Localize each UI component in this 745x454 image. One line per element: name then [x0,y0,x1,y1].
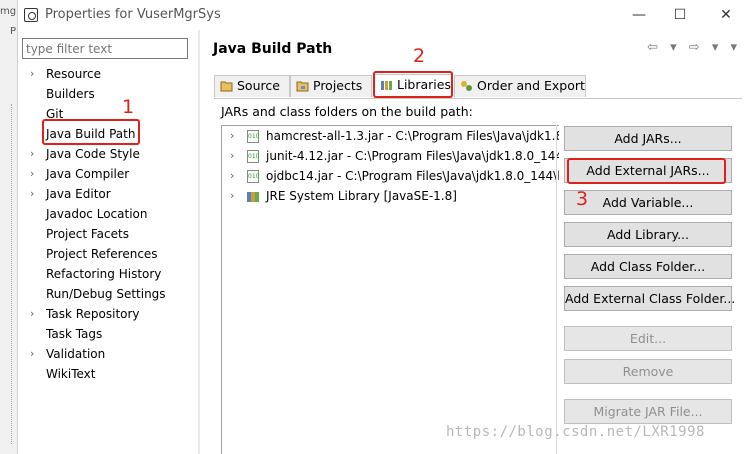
source-folder-icon [220,81,233,92]
tree-item-resource[interactable]: › Resource [18,64,198,84]
tree-item-label: Java Compiler [46,167,130,181]
add-jars-button[interactable]: Add JARs... [564,126,732,151]
build-path-entry[interactable]: › 010 ojdbc14.jar - C:\Program Files\Java\… [222,166,559,186]
tree-item-task-repository[interactable]: › Task Repository [18,304,198,324]
tree-item-java-code-style[interactable]: › Java Code Style [18,144,198,164]
tree-item-label: WikiText [46,367,96,381]
tab-projects-label: Projects [313,78,363,93]
expand-chevron-icon[interactable]: › [30,164,34,184]
tree-item-wikitext[interactable]: WikiText [18,364,198,384]
title-bar: Properties for VuserMgrSys — ☐ ✕ [18,0,745,30]
filter-input[interactable] [22,38,188,59]
build-path-list[interactable]: › 010 hamcrest-all-1.3.jar - C:\Program Fi… [221,125,559,454]
add-library-button[interactable]: Add Library... [564,222,732,247]
add-class-folder-button[interactable]: Add Class Folder... [564,254,732,279]
tree-item-label: Project Facets [46,227,129,241]
order-export-icon [461,81,472,91]
tree-item-project-references[interactable]: Project References [18,244,198,264]
page-title: Java Build Path [213,41,333,57]
expand-chevron-icon[interactable]: › [30,304,34,324]
background-text: P [10,26,17,37]
background-gutter [0,104,12,444]
expand-chevron-icon[interactable]: › [230,126,234,146]
tree-item-label: Run/Debug Settings [46,287,166,301]
background-window-edge: mg P [0,0,18,454]
build-path-entry[interactable]: › 010 hamcrest-all-1.3.jar - C:\Program Fi… [222,126,559,146]
tree-item-java-editor[interactable]: › Java Editor [18,184,198,204]
eclipse-app-icon [24,8,38,22]
expand-chevron-icon[interactable]: › [230,186,234,206]
property-tree: › Resource Builders Git Java Build Path › Java… [18,64,198,384]
maximize-button[interactable]: ☐ [666,5,694,25]
build-path-entry-label: junit-4.12.jar - C:\Program Files\Java\j… [266,149,559,163]
tab-order-and-export-label: Order and Export [477,78,585,93]
tree-item-refactoring-history[interactable]: Refactoring History [18,264,198,284]
migrate-jar-file-button[interactable]: Migrate JAR File... [564,399,732,424]
expand-chevron-icon[interactable]: › [230,146,234,166]
tab-order-and-export[interactable]: Order and Export [454,75,586,97]
annotation-box-java-build-path [42,119,140,145]
close-button[interactable]: ✕ [712,5,740,25]
tree-item-project-facets[interactable]: Project Facets [18,224,198,244]
add-variable-button[interactable]: Add Variable... [564,190,732,215]
tab-source[interactable]: Source [214,75,290,97]
tree-item-label: Task Repository [46,307,140,321]
annotation-marker-3: 3 [576,188,589,210]
build-path-entry-label: ojdbc14.jar - C:\Program Files\Java\jdk1… [266,169,559,183]
expand-chevron-icon[interactable]: › [30,344,34,364]
tree-item-label: Java Code Style [46,147,140,161]
jars-label: JARs and class folders on the build path… [221,104,473,119]
tree-item-task-tags[interactable]: Task Tags [18,324,198,344]
annotation-marker-1: 1 [122,96,135,118]
build-path-entry-label: hamcrest-all-1.3.jar - C:\Program Files\… [266,129,559,143]
tree-item-label: Validation [46,347,106,361]
build-path-entry[interactable]: › JRE System Library [JavaSE-1.8] [222,186,559,206]
tree-item-builders[interactable]: Builders [18,84,198,104]
projects-icon [296,81,309,92]
build-path-entry[interactable]: › 010 junit-4.12.jar - C:\Program Files\Ja… [222,146,559,166]
expand-chevron-icon[interactable]: › [230,166,234,186]
expand-chevron-icon[interactable]: › [30,144,34,164]
tree-item-label: Java Editor [46,187,111,201]
annotation-box-libraries [373,71,453,98]
jar-icon: 010 [247,170,259,183]
tree-item-label: Task Tags [46,327,103,341]
tree-item-label: Builders [46,87,95,101]
tree-item-label: Refactoring History [46,267,162,281]
tree-item-label: Resource [46,67,102,81]
tree-item-javadoc-location[interactable]: Javadoc Location [18,204,198,224]
tree-item-label: Javadoc Location [46,207,148,221]
tree-item-label: Project References [46,247,158,261]
window-title: Properties for VuserMgrSys [45,7,221,22]
tree-item-run-debug-settings[interactable]: Run/Debug Settings [18,284,198,304]
remove-button[interactable]: Remove [564,359,732,384]
jar-icon: 010 [247,150,259,163]
tab-source-label: Source [237,78,280,93]
jar-icon: 010 [247,130,259,143]
history-nav-arrows[interactable]: ⇦ ▾ ⇨ ▾ ▾ [647,40,741,55]
minimize-button[interactable]: — [625,5,653,25]
build-path-entry-label: JRE System Library [JavaSE-1.8] [266,189,457,203]
expand-chevron-icon[interactable]: › [30,184,34,204]
tree-item-java-compiler[interactable]: › Java Compiler [18,164,198,184]
java-build-path-page: Java Build Path ⇦ ▾ ⇨ ▾ ▾ Source Project… [200,30,745,454]
expand-chevron-icon[interactable]: › [30,64,34,84]
annotation-marker-2: 2 [413,45,426,67]
library-icon [247,192,259,202]
watermark: https://blog.csdn.net/LXR1998 [446,424,705,440]
property-pages-panel: ›ResourceBuildersGitJava Build Path›Java… [18,30,198,454]
tab-divider [214,98,742,99]
background-text: mg [0,6,17,17]
tree-item-validation[interactable]: › Validation [18,344,198,364]
tab-projects[interactable]: Projects [290,75,372,97]
add-external-class-folder-button[interactable]: Add External Class Folder... [564,286,735,311]
edit-button[interactable]: Edit... [564,326,732,351]
list-scroll-edge [556,125,557,454]
annotation-box-add-external-jars [567,158,726,184]
